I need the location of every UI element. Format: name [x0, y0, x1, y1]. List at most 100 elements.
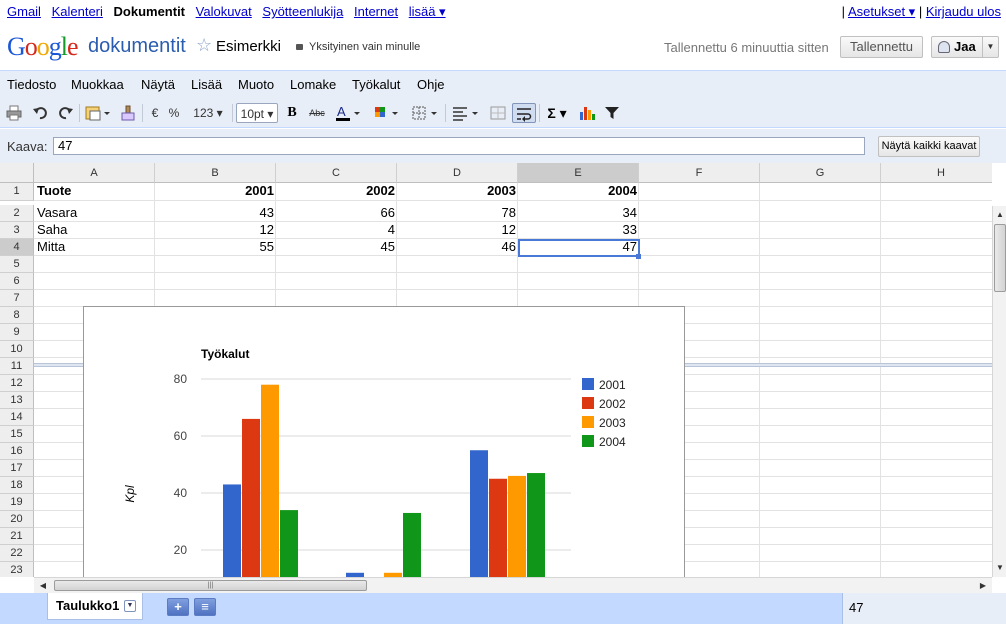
- column-header-b[interactable]: B: [155, 163, 276, 183]
- nav-reader[interactable]: Syötteenlukija: [262, 4, 343, 19]
- horizontal-scrollbar[interactable]: ◀ ||| ▶: [34, 577, 992, 593]
- cell-d2[interactable]: 78: [398, 205, 518, 222]
- nav-web[interactable]: Internet: [354, 4, 398, 19]
- row-header-22[interactable]: 22: [0, 545, 34, 562]
- nav-documents[interactable]: Dokumentit: [114, 4, 186, 19]
- borders-icon[interactable]: [410, 103, 440, 123]
- paste-format-icon[interactable]: [84, 103, 112, 123]
- menu-tools[interactable]: Työkalut: [352, 77, 400, 92]
- row-header-3[interactable]: 3: [0, 222, 34, 239]
- row-header-23[interactable]: 23: [0, 562, 34, 577]
- font-size-dropdown[interactable]: 10pt ▾: [236, 103, 278, 123]
- google-logo[interactable]: Google: [7, 32, 79, 62]
- align-icon[interactable]: [451, 103, 481, 123]
- undo-icon[interactable]: [31, 103, 49, 123]
- row-header-5[interactable]: 5: [0, 256, 34, 273]
- cell-c1[interactable]: 2002: [277, 183, 397, 200]
- sheet-list-button[interactable]: ≡: [194, 598, 216, 616]
- number-format-dropdown[interactable]: 123 ▾: [189, 103, 227, 123]
- menu-form[interactable]: Lomake: [290, 77, 336, 92]
- row-header-20[interactable]: 20: [0, 511, 34, 528]
- nav-calendar[interactable]: Kalenteri: [52, 4, 103, 19]
- add-sheet-button[interactable]: +: [167, 598, 189, 616]
- column-header-f[interactable]: F: [639, 163, 760, 183]
- row-header-15[interactable]: 15: [0, 426, 34, 443]
- merge-icon[interactable]: [488, 103, 508, 123]
- horizontal-scroll-thumb[interactable]: |||: [54, 580, 367, 591]
- paint-format-icon[interactable]: [119, 103, 137, 123]
- scroll-left-icon[interactable]: ◀: [36, 578, 50, 593]
- fill-handle[interactable]: [636, 254, 641, 259]
- row-header-7[interactable]: 7: [0, 290, 34, 307]
- column-header-e[interactable]: E: [518, 163, 639, 183]
- cell-b4[interactable]: 55: [156, 239, 276, 256]
- nav-more[interactable]: lisää ▾: [409, 4, 446, 19]
- cell-d1[interactable]: 2003: [398, 183, 518, 200]
- column-header-a[interactable]: A: [34, 163, 155, 183]
- redo-icon[interactable]: [57, 103, 75, 123]
- save-button[interactable]: Tallennettu: [840, 36, 923, 58]
- cell-b3[interactable]: 12: [156, 222, 276, 239]
- cell-a3[interactable]: Saha: [35, 222, 155, 239]
- strikethrough-button[interactable]: Abc: [306, 103, 328, 123]
- column-header-c[interactable]: C: [276, 163, 397, 183]
- cell-b2[interactable]: 43: [156, 205, 276, 222]
- row-header-2[interactable]: 2: [0, 205, 34, 222]
- filter-icon[interactable]: [603, 103, 621, 123]
- text-color-icon[interactable]: A: [334, 103, 364, 123]
- cell-c3[interactable]: 4: [277, 222, 397, 239]
- embedded-chart[interactable]: Työkalut Kpl 20 40 60 80 2001 2002 2003 2004: [83, 306, 685, 578]
- select-all-corner[interactable]: [0, 163, 34, 183]
- row-header-19[interactable]: 19: [0, 494, 34, 511]
- row-header-10[interactable]: 10: [0, 341, 34, 358]
- print-icon[interactable]: [6, 103, 22, 123]
- logout-link[interactable]: Kirjaudu ulos: [926, 4, 1001, 19]
- row-header-17[interactable]: 17: [0, 460, 34, 477]
- scroll-right-icon[interactable]: ▶: [976, 578, 990, 593]
- cell-e2[interactable]: 34: [519, 205, 639, 222]
- fill-color-icon[interactable]: [372, 103, 402, 123]
- cell-e1[interactable]: 2004: [519, 183, 639, 200]
- row-header-12[interactable]: 12: [0, 375, 34, 392]
- nav-gmail[interactable]: Gmail: [7, 4, 41, 19]
- formula-input[interactable]: 47: [53, 137, 865, 155]
- document-title[interactable]: Esimerkki: [216, 38, 281, 55]
- row-header-13[interactable]: 13: [0, 392, 34, 409]
- row-header-8[interactable]: 8: [0, 307, 34, 324]
- share-button[interactable]: Jaa ▼: [931, 36, 999, 58]
- cell-e3[interactable]: 33: [519, 222, 639, 239]
- menu-edit[interactable]: Muokkaa: [71, 77, 124, 92]
- row-header-9[interactable]: 9: [0, 324, 34, 341]
- scroll-down-icon[interactable]: ▼: [993, 561, 1006, 575]
- cell-a1[interactable]: Tuote: [35, 183, 155, 200]
- cell-d3[interactable]: 12: [398, 222, 518, 239]
- column-header-d[interactable]: D: [397, 163, 518, 183]
- menu-insert[interactable]: Lisää: [191, 77, 222, 92]
- row-header-11[interactable]: 11: [0, 358, 34, 375]
- wrap-icon[interactable]: [512, 103, 536, 123]
- menu-help[interactable]: Ohje: [417, 77, 444, 92]
- menu-view[interactable]: Näytä: [141, 77, 175, 92]
- cell-d4[interactable]: 46: [398, 239, 518, 256]
- vertical-scrollbar[interactable]: ▲ ▼: [992, 206, 1006, 577]
- menu-file[interactable]: Tiedosto: [7, 77, 56, 92]
- cell-a4[interactable]: Mitta: [35, 239, 155, 256]
- row-header-6[interactable]: 6: [0, 273, 34, 290]
- row-header-21[interactable]: 21: [0, 528, 34, 545]
- cell-c4[interactable]: 45: [277, 239, 397, 256]
- chevron-down-icon[interactable]: ▼: [982, 37, 998, 57]
- row-header-14[interactable]: 14: [0, 409, 34, 426]
- star-icon[interactable]: ☆: [196, 35, 212, 56]
- show-all-formulas-button[interactable]: Näytä kaikki kaavat: [878, 136, 980, 157]
- scroll-up-icon[interactable]: ▲: [993, 208, 1006, 222]
- product-name[interactable]: dokumentit: [88, 35, 186, 58]
- sheet-tab[interactable]: Taulukko1 ▼: [47, 593, 143, 620]
- bold-button[interactable]: B: [284, 103, 300, 123]
- cell-a2[interactable]: Vasara: [35, 205, 155, 222]
- settings-link[interactable]: Asetukset ▾: [848, 4, 915, 19]
- menu-format[interactable]: Muoto: [238, 77, 274, 92]
- vertical-scroll-thumb[interactable]: [994, 224, 1006, 292]
- nav-photos[interactable]: Valokuvat: [196, 4, 252, 19]
- column-header-h[interactable]: H: [881, 163, 992, 183]
- functions-dropdown[interactable]: Σ ▾: [543, 103, 571, 123]
